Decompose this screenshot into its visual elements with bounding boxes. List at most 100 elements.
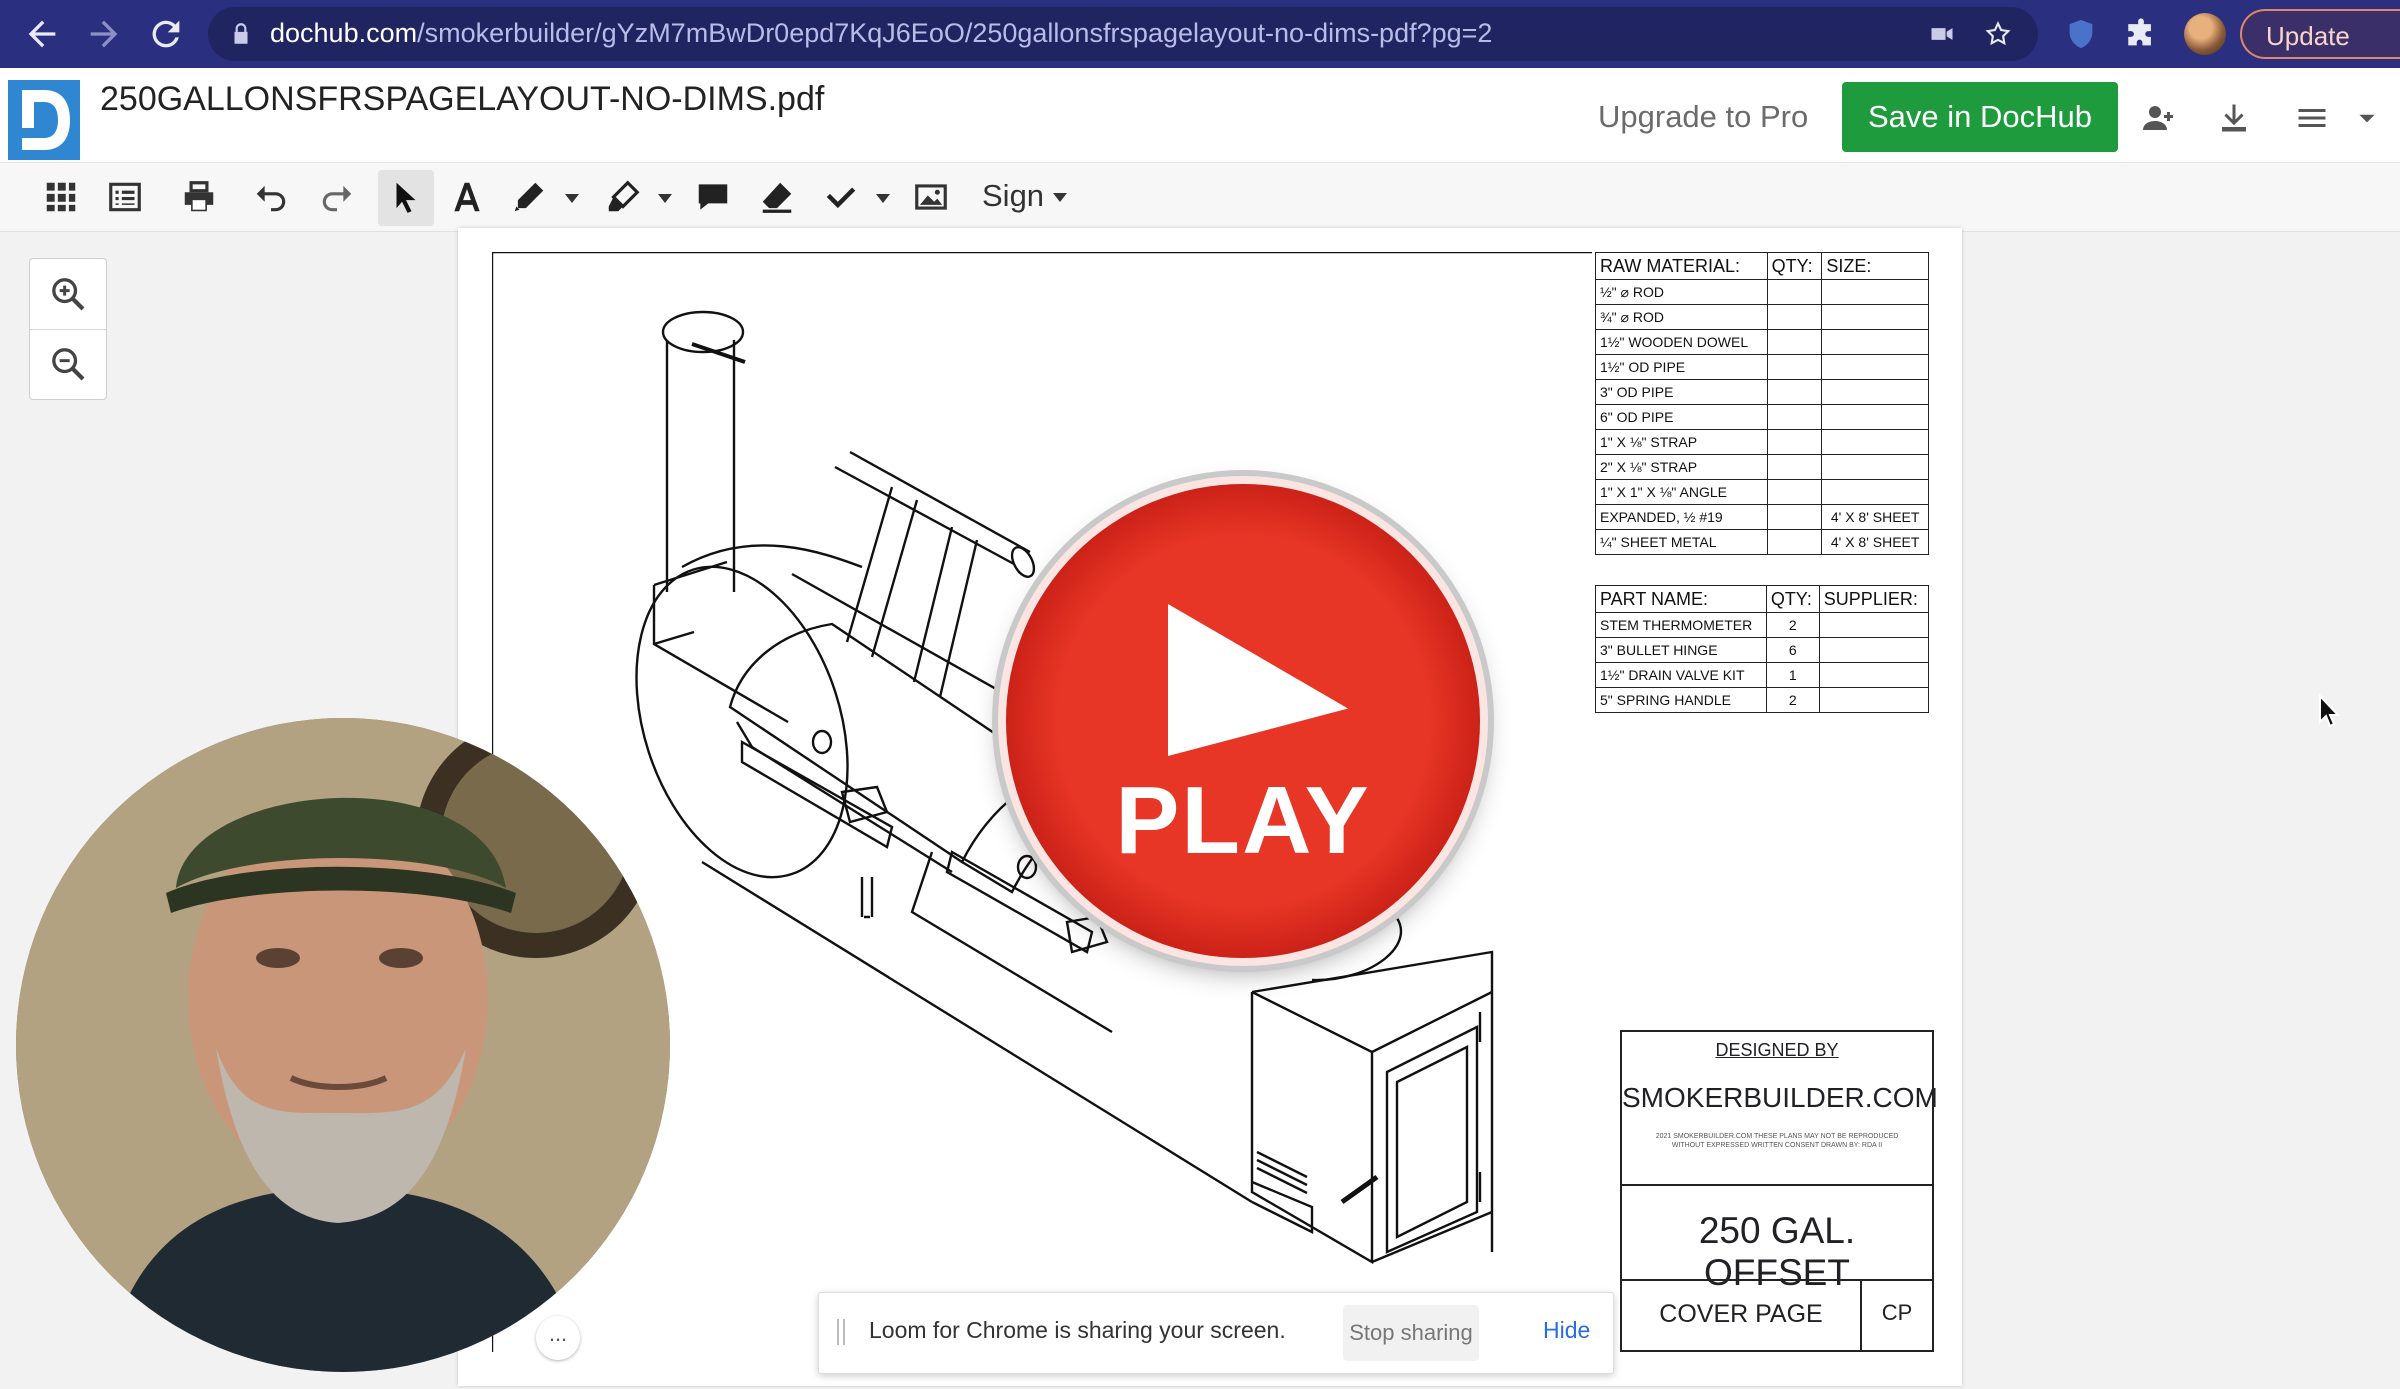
designed-by-label: DESIGNED BY xyxy=(1715,1040,1839,1060)
puzzle-extension-icon[interactable] xyxy=(2124,17,2158,51)
upgrade-link[interactable]: Upgrade to Pro xyxy=(1598,99,1808,135)
cell: 2" X ⅛" STRAP xyxy=(1595,454,1768,480)
menu-icon[interactable] xyxy=(2294,100,2330,136)
reload-icon[interactable] xyxy=(146,14,186,54)
print-icon[interactable] xyxy=(180,178,218,216)
zoom-out-icon[interactable] xyxy=(48,344,88,384)
back-icon[interactable] xyxy=(22,14,62,54)
table-row: 1½" OD PIPE xyxy=(1595,354,1929,380)
cell xyxy=(1818,637,1930,663)
cell xyxy=(1766,404,1823,430)
redo-icon[interactable] xyxy=(318,178,356,216)
table-header-row: RAW MATERIAL: QTY: SIZE: xyxy=(1595,252,1929,280)
table-row: EXPANDED, ½ #19 4' X 8' SHEET xyxy=(1595,504,1929,530)
webcam-menu-button[interactable]: ... xyxy=(536,1316,580,1360)
dochub-logo[interactable] xyxy=(8,80,80,160)
forward-icon[interactable] xyxy=(84,14,124,54)
cell xyxy=(1821,454,1929,480)
title-block-divider xyxy=(1622,1279,1932,1281)
chevron-down-icon[interactable] xyxy=(2354,100,2380,136)
profile-avatar[interactable] xyxy=(2184,13,2226,55)
column-header: QTY: xyxy=(1765,585,1820,613)
highlighter-icon[interactable] xyxy=(604,178,642,216)
checkmark-dropdown-icon[interactable] xyxy=(876,194,890,204)
column-header: PART NAME: xyxy=(1595,585,1767,613)
cell: 5" SPRING HANDLE xyxy=(1595,687,1767,713)
shield-extension-icon[interactable] xyxy=(2064,17,2098,51)
drag-handle-icon[interactable] xyxy=(837,1319,845,1345)
table-row: ¾" ⌀ ROD xyxy=(1595,304,1929,330)
play-label: PLAY xyxy=(1115,767,1371,874)
cell xyxy=(1766,304,1823,330)
cell xyxy=(1766,379,1823,405)
undo-icon[interactable] xyxy=(252,178,290,216)
comment-icon[interactable] xyxy=(694,178,732,216)
cell: 4' X 8' SHEET xyxy=(1821,529,1929,555)
column-header: RAW MATERIAL: xyxy=(1595,252,1768,280)
address-bar[interactable]: dochub.com/smokerbuilder/gYzM7mBwDr0epd7… xyxy=(208,7,2038,61)
copyright-fine-print: 2021 SMOKERBUILDER.COM THESE PLANS MAY N… xyxy=(1655,1133,1899,1149)
raw-material-table: RAW MATERIAL: QTY: SIZE: ½" ⌀ ROD ¾" ⌀ R… xyxy=(1595,252,1929,555)
bookmark-star-icon[interactable] xyxy=(1984,20,2012,48)
table-row: 3" BULLET HINGE 6 xyxy=(1595,637,1930,663)
sign-label: Sign xyxy=(982,178,1045,213)
cell: 1½" DRAIN VALVE KIT xyxy=(1595,662,1767,688)
webcam-bubble[interactable] xyxy=(16,718,670,1372)
thumbnails-grid-icon[interactable] xyxy=(42,178,80,216)
table-row: 1" X 1" X ⅛" ANGLE xyxy=(1595,479,1929,505)
stop-sharing-button[interactable]: Stop sharing xyxy=(1343,1305,1479,1361)
cell xyxy=(1766,529,1823,555)
table-header-row: PART NAME: QTY: SUPPLIER: xyxy=(1595,585,1930,613)
cell xyxy=(1766,279,1823,305)
update-button[interactable]: Update xyxy=(2240,9,2400,59)
play-video-button[interactable]: PLAY xyxy=(1006,484,1480,958)
cell xyxy=(1766,479,1823,505)
add-user-icon[interactable] xyxy=(2140,100,2176,136)
sheet-name: COVER PAGE xyxy=(1659,1300,1823,1328)
cell xyxy=(1821,279,1929,305)
cell xyxy=(1821,354,1929,380)
title-block-divider xyxy=(1622,1184,1932,1186)
cell: 3" BULLET HINGE xyxy=(1595,637,1767,663)
text-tool-icon[interactable] xyxy=(448,178,486,216)
table-row: STEM THERMOMETER 2 xyxy=(1595,612,1930,638)
checkmark-icon[interactable] xyxy=(822,178,860,216)
image-icon[interactable] xyxy=(912,178,950,216)
cell: ¼" SHEET METAL xyxy=(1595,529,1768,555)
zoom-panel xyxy=(29,258,107,400)
cell: STEM THERMOMETER xyxy=(1595,612,1767,638)
camera-icon[interactable] xyxy=(1928,20,1956,48)
table-row: 1½" DRAIN VALVE KIT 1 xyxy=(1595,662,1930,688)
cell xyxy=(1821,479,1929,505)
presenter-video xyxy=(16,718,670,1372)
table-row: 3" OD PIPE xyxy=(1595,379,1929,405)
cell: ¾" ⌀ ROD xyxy=(1595,304,1768,330)
table-row: 1" X ⅛" STRAP xyxy=(1595,429,1929,455)
cell xyxy=(1821,429,1929,455)
cell: 6 xyxy=(1765,637,1820,663)
cell xyxy=(1821,404,1929,430)
pen-dropdown-icon[interactable] xyxy=(565,194,579,204)
cell: ½" ⌀ ROD xyxy=(1595,279,1768,305)
cell: 1" X ⅛" STRAP xyxy=(1595,429,1768,455)
zoom-in-icon[interactable] xyxy=(48,274,88,314)
document-title[interactable]: 250GALLONSFRSPAGELAYOUT-NO-DIMS.pdf xyxy=(100,80,824,119)
cell: 3" OD PIPE xyxy=(1595,379,1768,405)
cell xyxy=(1821,379,1929,405)
url-text: dochub.com/smokerbuilder/gYzM7mBwDr0epd7… xyxy=(270,18,1493,48)
lock-icon xyxy=(234,23,248,44)
cell xyxy=(1818,612,1930,638)
eraser-icon[interactable] xyxy=(758,178,796,216)
cell: 4' X 8' SHEET xyxy=(1821,504,1929,530)
save-in-dochub-button[interactable]: Save in DocHub xyxy=(1842,82,2118,152)
select-pointer-icon[interactable] xyxy=(387,178,425,216)
cell: 1½" OD PIPE xyxy=(1595,354,1768,380)
download-icon[interactable] xyxy=(2216,100,2252,136)
hide-link[interactable]: Hide xyxy=(1543,1317,1590,1344)
highlighter-dropdown-icon[interactable] xyxy=(658,194,672,204)
cell: 2 xyxy=(1765,612,1820,638)
editing-toolbar xyxy=(0,163,2400,232)
sign-menu[interactable]: Sign xyxy=(982,178,1067,214)
pen-tool-icon[interactable] xyxy=(510,178,548,216)
outline-list-icon[interactable] xyxy=(106,178,144,216)
